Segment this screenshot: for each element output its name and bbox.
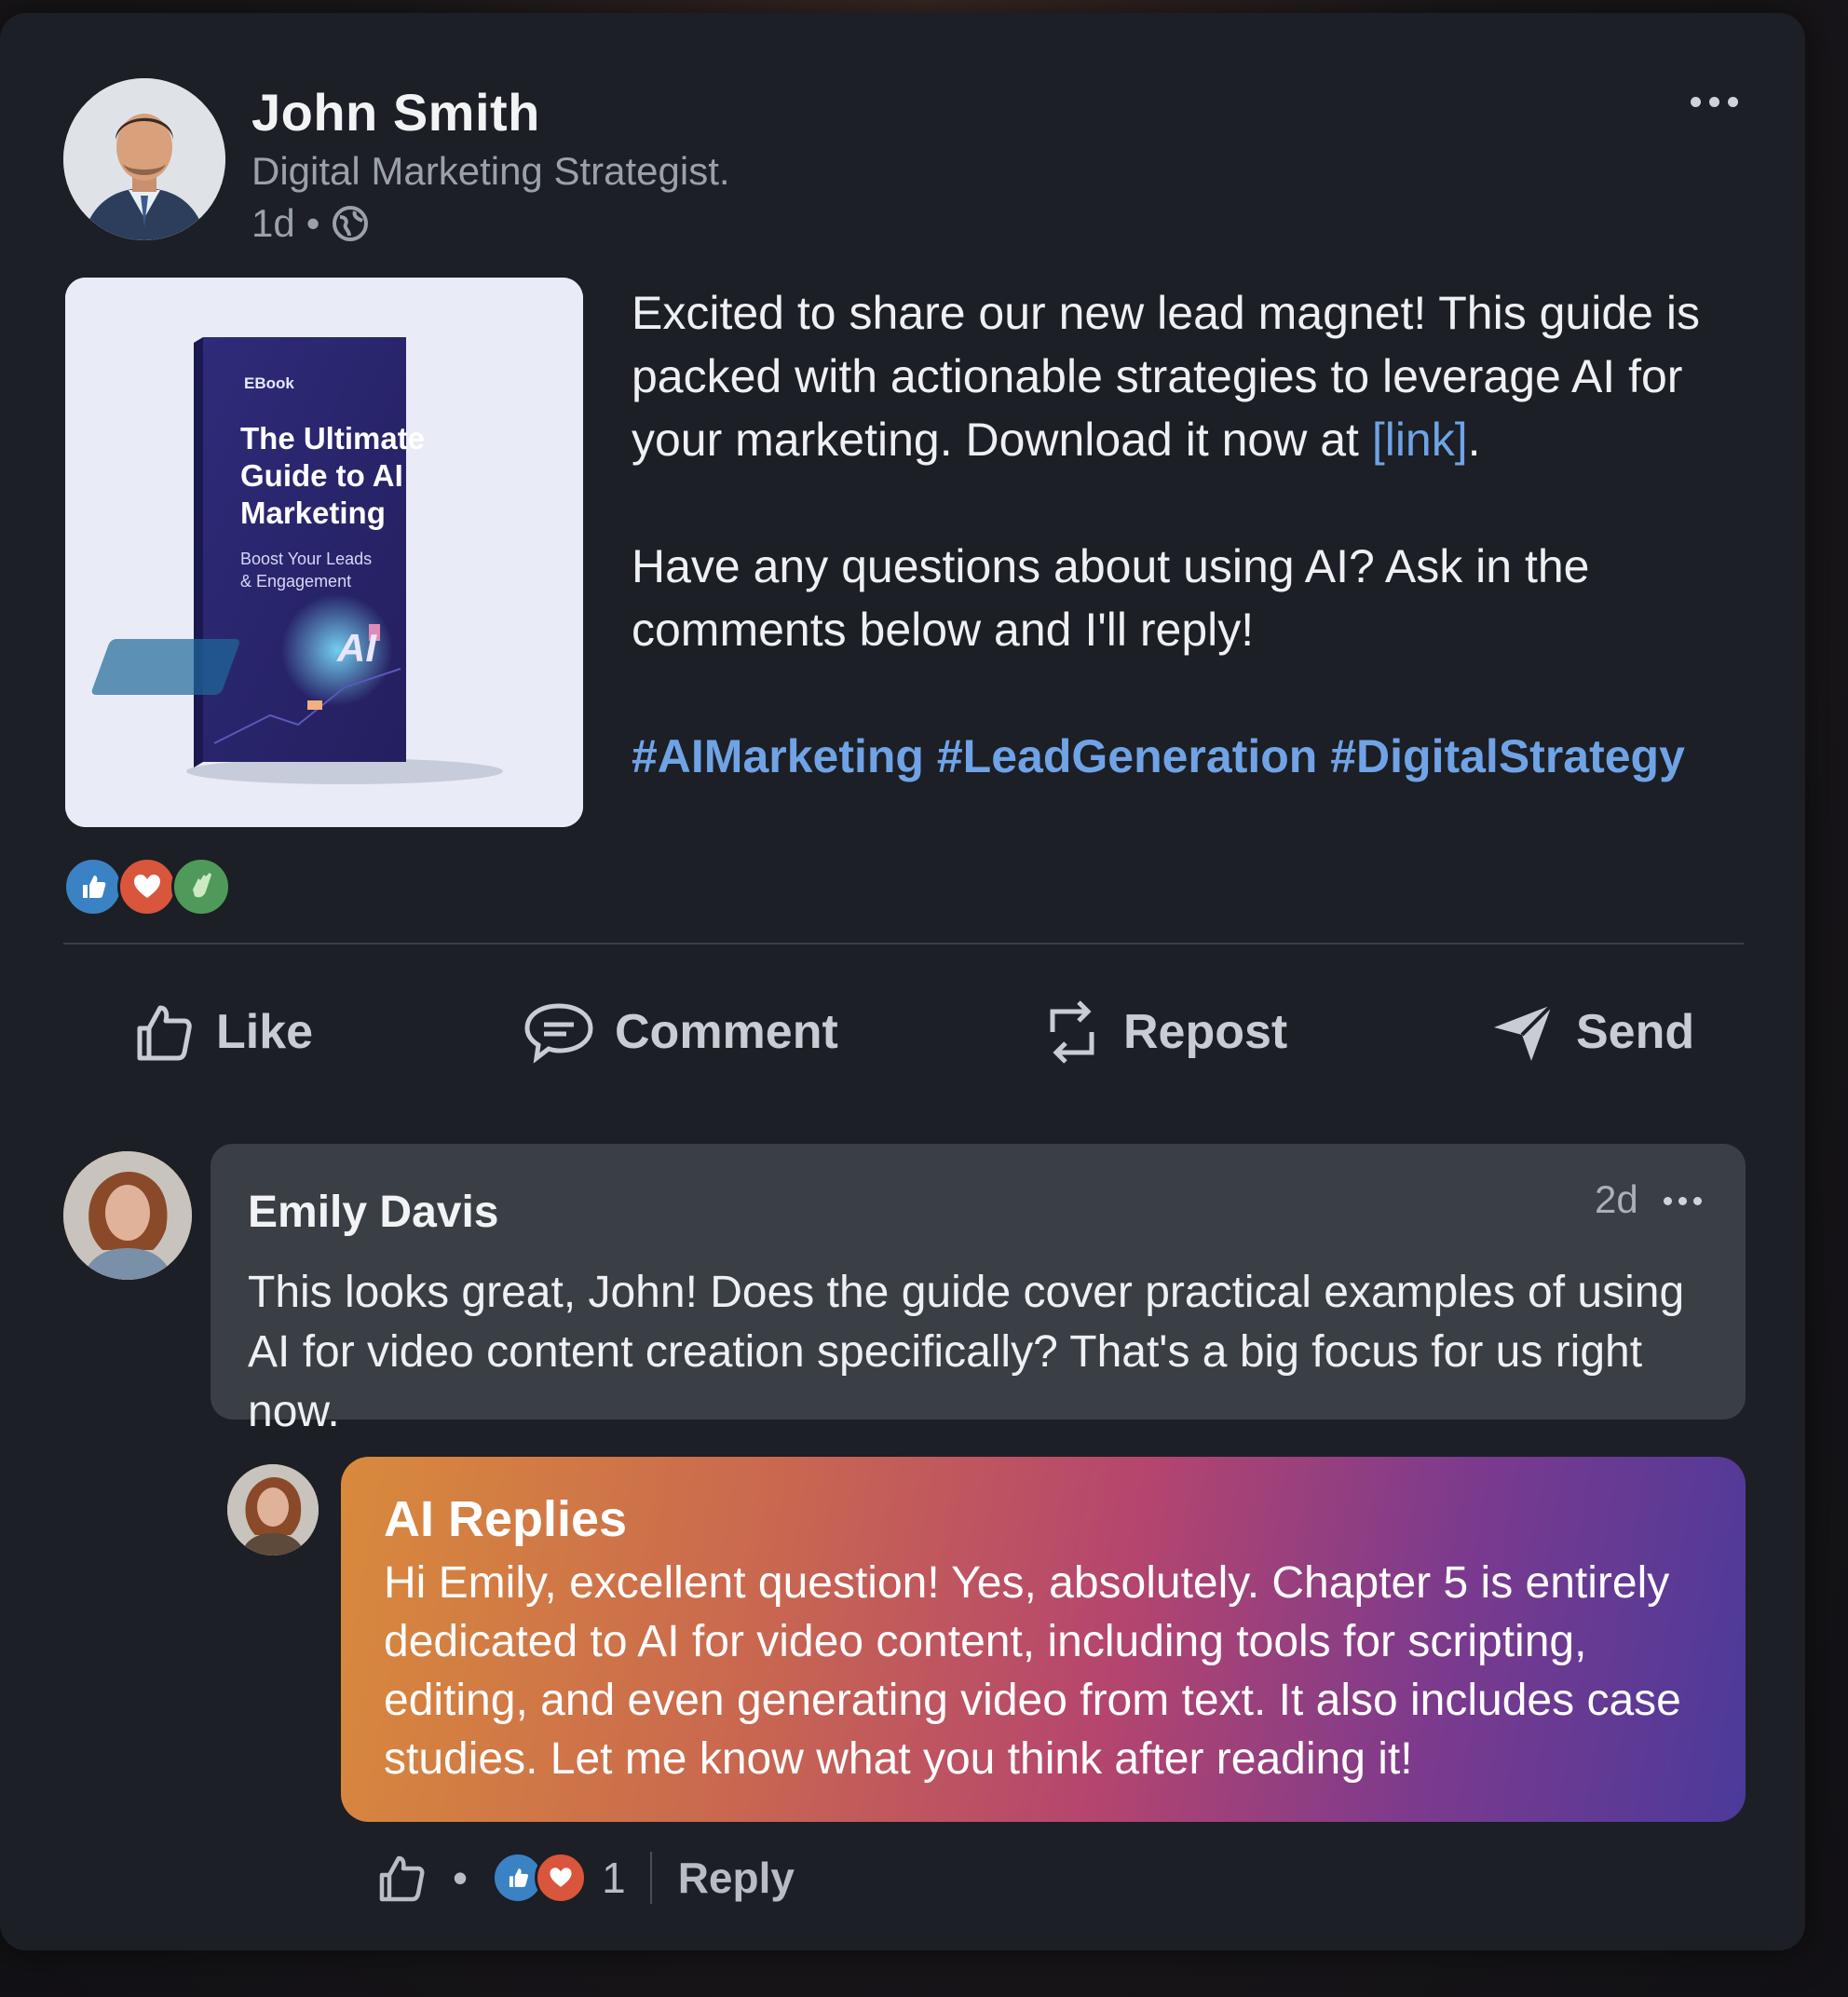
- comment-label: Comment: [615, 1005, 838, 1059]
- repost-button[interactable]: Repost: [1041, 995, 1287, 1069]
- post-card: John Smith Digital Marketing Strategist.…: [0, 13, 1805, 1950]
- reply-like-button[interactable]: [376, 1853, 427, 1903]
- more-dot-icon: [1727, 96, 1738, 107]
- hashtag-link[interactable]: #DigitalStrategy: [1330, 730, 1685, 782]
- repost-icon: [1041, 995, 1103, 1069]
- meta-separator: •: [306, 201, 320, 245]
- ebook-title-line: Guide to AI: [240, 458, 403, 493]
- post-link[interactable]: [link]: [1372, 414, 1468, 466]
- comment-button[interactable]: Comment: [523, 995, 838, 1069]
- reply-text: Hi Emily, excellent question! Yes, absol…: [384, 1558, 1681, 1784]
- post-paragraph: Have any questions about using AI? Ask i…: [632, 540, 1590, 656]
- post-meta: 1d •: [251, 201, 370, 246]
- comment-bubble: Emily Davis 2d This looks great, John! D…: [211, 1144, 1746, 1436]
- author-headline: Digital Marketing Strategist.: [251, 149, 730, 193]
- post-paragraph-end: .: [1467, 414, 1481, 466]
- like-button[interactable]: Like: [132, 995, 313, 1069]
- post-paragraph: Excited to share our new lead magnet! Th…: [632, 281, 1777, 471]
- author-avatar[interactable]: [63, 78, 225, 240]
- reply-actions: • 1 Reply: [376, 1844, 795, 1911]
- more-dot-icon: [1708, 96, 1719, 107]
- clap-reaction-icon: [171, 857, 231, 917]
- comment-time: 2d: [1595, 1177, 1638, 1221]
- reply-button[interactable]: Reply: [678, 1853, 795, 1903]
- ebook-title-line: Marketing: [240, 496, 386, 530]
- replier-avatar[interactable]: [227, 1464, 319, 1555]
- like-reaction-icon: [63, 857, 123, 917]
- more-dot-icon: [1693, 1196, 1702, 1205]
- send-icon: [1490, 999, 1556, 1065]
- like-label: Like: [216, 1005, 314, 1059]
- repost-label: Repost: [1123, 1005, 1288, 1059]
- love-reaction-icon: [535, 1852, 588, 1904]
- send-label: Send: [1576, 1005, 1695, 1059]
- reaction-count: 1: [602, 1854, 626, 1902]
- more-dot-icon: [1678, 1196, 1687, 1205]
- reaction-summary[interactable]: [63, 857, 231, 917]
- author-name[interactable]: John Smith: [251, 82, 540, 143]
- ebook-tag-label: EBook: [244, 374, 294, 392]
- hashtag-link[interactable]: #AIMarketing: [632, 730, 924, 782]
- post-paragraph-text: Excited to share our new lead magnet! Th…: [632, 287, 1700, 466]
- commenter-name[interactable]: Emily Davis: [248, 1187, 498, 1238]
- thumbs-up-icon: [132, 1000, 196, 1064]
- action-separator: [649, 1852, 652, 1904]
- reply-author[interactable]: AI Replies: [384, 1490, 627, 1548]
- comment-more-options-button[interactable]: [1664, 1187, 1719, 1215]
- ai-reply-bubble: AI Replies Hi Emily, excellent question!…: [341, 1457, 1746, 1822]
- post-more-options-button[interactable]: [1677, 78, 1751, 125]
- reply-reactions[interactable]: 1: [492, 1852, 626, 1904]
- post-divider: [63, 943, 1744, 944]
- post-body: Excited to share our new lead magnet! Th…: [632, 281, 1777, 788]
- ebook-title-line: The Ultimate: [240, 421, 426, 455]
- ebook-subtitle-line: Boost Your Leads: [240, 550, 373, 568]
- hashtag-link[interactable]: #LeadGeneration: [937, 730, 1317, 782]
- ebook-subtitle-line: & Engagement: [240, 572, 352, 591]
- comment-bubble-icon: [523, 1000, 594, 1064]
- more-dot-icon: [1664, 1196, 1672, 1205]
- hashtags: #AIMarketing #LeadGeneration #DigitalStr…: [632, 725, 1777, 788]
- send-button[interactable]: Send: [1490, 995, 1694, 1069]
- comment-text: This looks great, John! Does the guide c…: [248, 1268, 1685, 1436]
- ebook-cover-image[interactable]: EBook The Ultimate Guide to AI Marketing…: [65, 278, 583, 827]
- post-time: 1d: [251, 201, 295, 245]
- ebook-ai-badge: AI: [337, 626, 376, 670]
- globe-icon: [331, 204, 370, 243]
- more-dot-icon: [1690, 96, 1701, 107]
- love-reaction-icon: [117, 857, 177, 917]
- commenter-avatar[interactable]: [63, 1151, 192, 1280]
- reply-separator: •: [453, 1854, 469, 1902]
